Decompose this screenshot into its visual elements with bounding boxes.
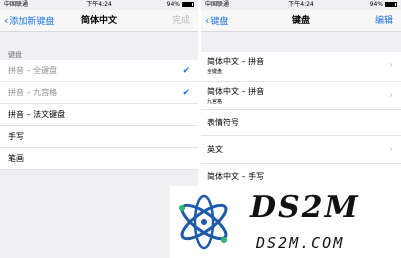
option-label: 拼音 – 法文键盘 (8, 110, 66, 119)
battery-icon (385, 2, 397, 7)
done-button[interactable]: 完成 (172, 10, 190, 32)
keyboard-label: 简体中文 – 拼音 (207, 87, 265, 96)
keyboard-label: 英文 (207, 145, 223, 154)
battery-icon (182, 2, 194, 7)
left-phone-screen: 中国联通 下午4:24 94% ‹添加新键盘 简体中文 完成 键盘 拼音 – 全… (0, 0, 198, 258)
keyboard-sublabel: 全键盘 (207, 69, 223, 75)
keyboard-item[interactable]: 简体中文 – 拼音 九宫格 › (201, 82, 401, 110)
chevron-right-icon: › (389, 60, 393, 71)
keyboard-item[interactable]: 英文 › (201, 136, 401, 164)
checkmark-icon: ✔ (182, 66, 190, 76)
keyboard-label: 表情符号 (207, 118, 239, 127)
page-title: 简体中文 (80, 16, 117, 26)
option-label: 笔画 (8, 154, 24, 163)
status-bar: 中国联通 下午4:24 94% (201, 0, 401, 10)
keyboard-label: 简体中文 – 手写 (207, 172, 265, 181)
keyboard-option[interactable]: 拼音 – 法文键盘 (0, 104, 198, 126)
keyboard-sublabel: 九宫格 (207, 99, 223, 105)
keyboard-options-list: 拼音 – 全键盘 ✔ 拼音 – 九宫格 ✔ 拼音 – 法文键盘 手写 笔画 (0, 60, 198, 170)
checkmark-icon: ✔ (182, 88, 190, 98)
keyboard-option[interactable]: 拼音 – 九宫格 ✔ (0, 82, 198, 104)
keyboard-label: 简体中文 – 拼音 (207, 57, 265, 66)
atom-logo-icon (179, 194, 228, 250)
watermark: DS2M DS2M.COM (170, 186, 401, 258)
chevron-right-icon: › (389, 90, 393, 101)
status-bar: 中国联通 下午4:24 94% (0, 0, 198, 10)
keyboard-option[interactable]: 笔画 (0, 148, 198, 170)
navigation-bar: ‹键盘 键盘 编辑 (201, 10, 401, 32)
keyboard-item[interactable]: 简体中文 – 拼音 全键盘 › (201, 52, 401, 82)
keyboard-option[interactable]: 拼音 – 全键盘 ✔ (0, 60, 198, 82)
watermark-title: DS2M (250, 190, 360, 225)
keyboard-item[interactable]: 表情符号 (201, 110, 401, 136)
page-title: 键盘 (291, 16, 310, 26)
option-label: 拼音 – 全键盘 (8, 66, 58, 75)
battery-percent: 94% (166, 1, 180, 8)
section-header: 键盘 (8, 51, 22, 59)
chevron-right-icon: › (389, 144, 393, 155)
watermark-url: DS2M.COM (256, 234, 345, 252)
option-label: 手写 (8, 132, 24, 141)
navigation-bar: ‹添加新键盘 简体中文 完成 (0, 10, 198, 32)
battery-percent: 94% (369, 1, 383, 8)
keyboard-option[interactable]: 手写 (0, 126, 198, 148)
option-label: 拼音 – 九宫格 (8, 88, 58, 97)
edit-button[interactable]: 编辑 (375, 10, 393, 32)
keyboards-list: 简体中文 – 拼音 全键盘 › 简体中文 – 拼音 九宫格 › 表情符号 英文 … (201, 52, 401, 190)
battery-indicator: 94% (370, 0, 397, 10)
battery-indicator: 94% (167, 0, 194, 10)
